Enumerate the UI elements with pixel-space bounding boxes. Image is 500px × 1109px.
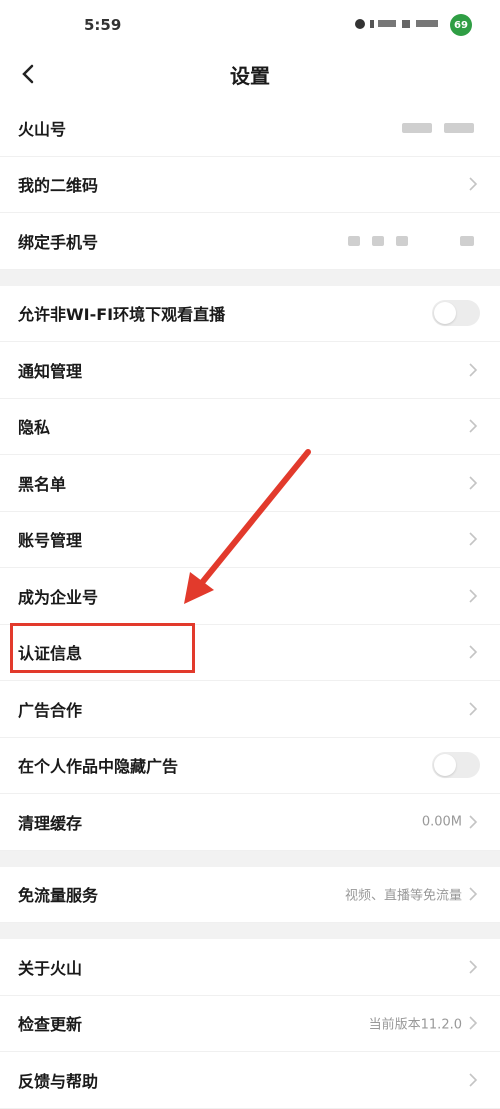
row-notification[interactable]: 通知管理 (0, 342, 500, 399)
toggle-switch[interactable] (432, 300, 480, 327)
toggle-switch[interactable] (432, 752, 480, 779)
cache-size: 0.00M (421, 814, 462, 830)
row-label: 隐私 (18, 418, 51, 438)
row-clear-cache[interactable]: 清理缓存 0.00M (0, 794, 500, 851)
row-allow-non-wifi-live: 允许非WI-FI环境下观看直播 (0, 285, 500, 342)
chevron-right-icon (469, 702, 478, 716)
masked-value (348, 235, 474, 246)
row-label: 免流量服务 (18, 886, 99, 906)
row-label: 允许非WI-FI环境下观看直播 (18, 305, 226, 325)
row-account[interactable]: 账号管理 (0, 511, 500, 568)
status-bar: 5:59 69 (0, 0, 500, 52)
chevron-right-icon (469, 815, 478, 829)
battery-icon: 69 (450, 14, 472, 36)
free-data-desc: 视频、直播等免流量 (344, 888, 462, 904)
row-label: 火山号 (18, 119, 67, 139)
chevron-right-icon (469, 589, 478, 603)
chevron-right-icon (469, 1016, 478, 1030)
section-gap (0, 923, 500, 939)
status-time: 5:59 (84, 16, 122, 34)
chevron-right-icon (469, 960, 478, 974)
row-label: 清理缓存 (18, 813, 83, 833)
row-enterprise[interactable]: 成为企业号 (0, 568, 500, 625)
row-huoshan-id[interactable]: 火山号 (0, 100, 500, 157)
row-label: 黑名单 (18, 474, 67, 494)
row-hide-ads: 在个人作品中隐藏广告 (0, 737, 500, 794)
row-about[interactable]: 关于火山 (0, 939, 500, 996)
chevron-right-icon (469, 363, 478, 377)
section-gap (0, 850, 500, 867)
row-label: 绑定手机号 (18, 232, 99, 252)
page-title: 设置 (230, 64, 270, 88)
toggle-knob (434, 302, 456, 325)
row-feedback[interactable]: 反馈与帮助 (0, 1052, 500, 1109)
row-free-data[interactable]: 免流量服务 视频、直播等免流量 (0, 866, 500, 923)
row-label: 成为企业号 (18, 587, 99, 607)
row-ad-cooperation[interactable]: 广告合作 (0, 681, 500, 738)
signal-icon (354, 17, 444, 34)
status-icons: 69 (354, 14, 472, 36)
row-bind-phone[interactable]: 绑定手机号 (0, 213, 500, 270)
row-label: 反馈与帮助 (18, 1071, 99, 1091)
highlight-box (10, 623, 195, 673)
masked-value (402, 122, 474, 133)
version-text: 当前版本11.2.0 (368, 1017, 462, 1033)
chevron-right-icon (469, 887, 478, 901)
row-label: 账号管理 (18, 531, 83, 551)
chevron-right-icon (469, 532, 478, 546)
section-gap (0, 269, 500, 286)
row-label: 广告合作 (18, 700, 83, 720)
chevron-right-icon (469, 419, 478, 433)
nav-bar: 设置 (0, 52, 500, 96)
row-check-update[interactable]: 检查更新 当前版本11.2.0 (0, 995, 500, 1052)
toggle-knob (434, 754, 456, 777)
settings-list: 火山号 我的二维码 绑定手机号 允许非WI-FI环境下观看直播 通知管理 隐私 … (0, 100, 500, 1109)
row-label: 通知管理 (18, 361, 83, 381)
row-blacklist[interactable]: 黑名单 (0, 455, 500, 512)
row-label: 关于火山 (18, 958, 83, 978)
chevron-right-icon (469, 177, 478, 191)
chevron-right-icon (469, 476, 478, 490)
row-label: 我的二维码 (18, 176, 99, 196)
row-qrcode[interactable]: 我的二维码 (0, 156, 500, 213)
chevron-right-icon (469, 1073, 478, 1087)
chevron-right-icon (469, 645, 478, 659)
row-label: 检查更新 (18, 1015, 83, 1035)
row-privacy[interactable]: 隐私 (0, 398, 500, 455)
row-label: 在个人作品中隐藏广告 (18, 757, 179, 777)
